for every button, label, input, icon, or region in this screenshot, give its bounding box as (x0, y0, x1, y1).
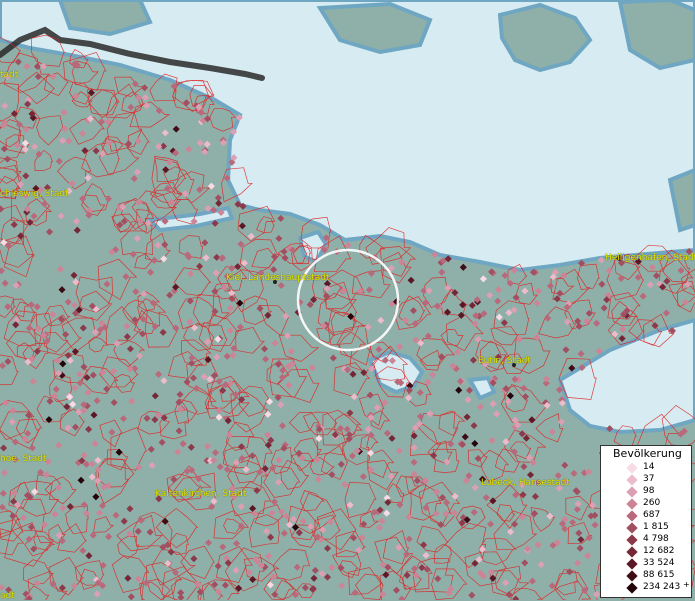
legend-swatch (626, 546, 638, 558)
legend-swatch (626, 534, 638, 546)
label-heiligenhafen: Heiligenhafen, Stadt (605, 253, 695, 263)
legend-item: 98 (601, 486, 691, 498)
legend-item: 1 815 (601, 522, 691, 534)
legend-swatch (626, 510, 638, 522)
legend-item: 260 (601, 498, 691, 510)
legend-swatch (626, 498, 638, 510)
legend-label: 33 524 (643, 558, 675, 568)
legend-swatch (626, 570, 638, 582)
legend-item: 33 524 (601, 558, 691, 570)
population-legend: Bevölkerung 14 37 98 260 687 1 815 4 798 12 682… (600, 445, 692, 598)
label-eutin: Eutin, Stadt (478, 356, 531, 366)
legend-label: 37 (643, 474, 655, 484)
legend-label: 234 243 (643, 582, 681, 592)
label-itzehoe: hoe, Stadt (0, 454, 47, 464)
legend-label: 98 (643, 486, 655, 496)
label-topleft: tadt (0, 70, 19, 80)
legend-swatch (626, 582, 638, 594)
legend-item: 687 (601, 510, 691, 522)
legend-item: 37 (601, 474, 691, 486)
label-luebeck: Lübeck, Hansestadt (481, 478, 570, 488)
legend-title: Bevölkerung (613, 447, 682, 460)
legend-item: 14 (601, 462, 691, 474)
legend-item: 234 243 + (601, 580, 691, 594)
legend-item: 88 615 (601, 570, 691, 582)
legend-item: 12 682 (601, 546, 691, 558)
legend-swatch (626, 558, 638, 570)
legend-swatch (626, 474, 638, 486)
legend-swatch (626, 522, 638, 534)
legend-label: 88 615 (643, 570, 675, 580)
label-kaltenkirchen: Kaltenkirchen, Stadt (155, 489, 247, 499)
legend-item: 4 798 (601, 534, 691, 546)
legend-swatch (626, 486, 638, 498)
legend-label: 687 (643, 510, 661, 520)
map-canvas[interactable] (0, 0, 695, 600)
legend-label: 260 (643, 498, 661, 508)
legend-label: 12 682 (643, 546, 675, 556)
legend-swatch (626, 462, 638, 474)
legend-label: 1 815 (643, 522, 669, 532)
legend-label: 4 798 (643, 534, 669, 544)
legend-overflow-marker: + (683, 580, 690, 589)
legend-label: 14 (643, 462, 655, 472)
label-schleswig: chleswig, Stadt (0, 189, 69, 199)
label-kiel: Kiel, Landeshauptstadt (226, 273, 330, 283)
